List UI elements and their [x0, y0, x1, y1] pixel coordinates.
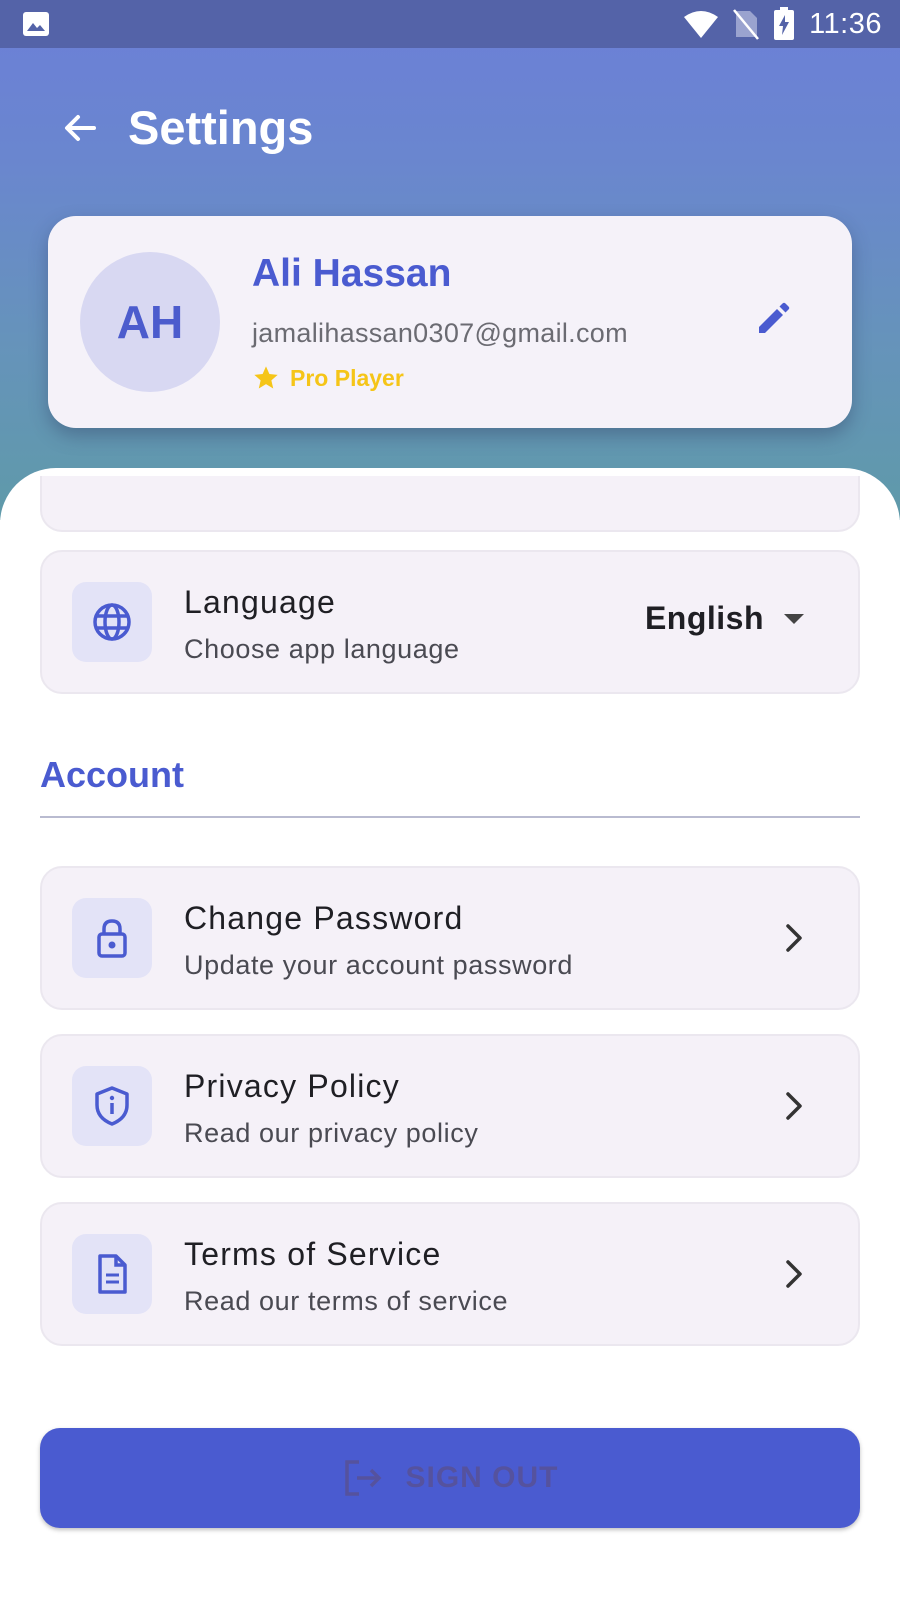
setting-title: Terms of Service — [184, 1236, 442, 1272]
app-bar: Settings — [0, 48, 900, 208]
setting-language[interactable]: Language Choose app language English — [40, 550, 860, 694]
sign-out-label: SIGN OUT — [405, 1461, 559, 1494]
setting-subtitle: Read our privacy policy — [184, 1118, 479, 1148]
battery-charging-icon — [774, 7, 795, 40]
chevron-right-icon — [786, 924, 802, 952]
setting-card-partial — [40, 476, 860, 532]
clock: 11:36 — [809, 7, 882, 40]
language-value: English — [644, 600, 764, 636]
page-title: Settings — [128, 101, 314, 154]
wifi-icon — [684, 11, 719, 38]
setting-change-password[interactable]: Change Password Update your account pass… — [40, 866, 860, 1010]
chevron-right-icon — [786, 1260, 802, 1288]
avatar: AH — [80, 252, 220, 392]
chevron-right-icon — [786, 1092, 802, 1120]
globe-icon — [93, 603, 131, 641]
terms-icon-box — [72, 1234, 152, 1314]
privacy-icon-box — [72, 1066, 152, 1146]
badge-label: Pro Player — [290, 364, 404, 391]
language-dropdown[interactable]: English — [645, 600, 806, 637]
profile-card: AH Ali Hassan jamalihassan0307@gmail.com… — [48, 216, 852, 428]
settings-sheet: Language Choose app language English Acc… — [0, 468, 900, 1600]
dropdown-arrow-icon — [784, 613, 804, 624]
section-title-account: Account — [40, 754, 184, 795]
arrow-back-icon[interactable] — [56, 104, 104, 152]
lock-icon — [97, 919, 127, 958]
pro-badge: Pro Player — [252, 364, 404, 392]
document-icon — [98, 1254, 127, 1294]
password-icon-box — [72, 898, 152, 978]
setting-privacy-policy[interactable]: Privacy Policy Read our privacy policy — [40, 1034, 860, 1178]
logout-icon — [345, 1460, 382, 1496]
shield-info-icon — [95, 1086, 129, 1126]
no-sim-icon — [733, 9, 760, 40]
avatar-initials: AH — [116, 296, 184, 348]
section-divider — [40, 816, 860, 818]
setting-title: Change Password — [184, 900, 464, 936]
pencil-icon[interactable] — [750, 294, 798, 342]
setting-terms-of-service[interactable]: Terms of Service Read our terms of servi… — [40, 1202, 860, 1346]
image-icon — [23, 12, 49, 36]
sign-out-button[interactable]: SIGN OUT — [40, 1428, 860, 1528]
language-icon-box — [72, 582, 152, 662]
profile-name: Ali Hassan — [252, 252, 452, 295]
status-bar: 11:36 — [0, 0, 900, 48]
setting-subtitle: Read our terms of service — [184, 1286, 509, 1316]
setting-subtitle: Choose app language — [184, 634, 460, 664]
setting-title: Privacy Policy — [184, 1068, 400, 1104]
setting-title: Language — [184, 584, 336, 620]
setting-subtitle: Update your account password — [184, 950, 574, 980]
profile-email: jamalihassan0307@gmail.com — [252, 318, 628, 348]
star-icon — [254, 366, 278, 389]
